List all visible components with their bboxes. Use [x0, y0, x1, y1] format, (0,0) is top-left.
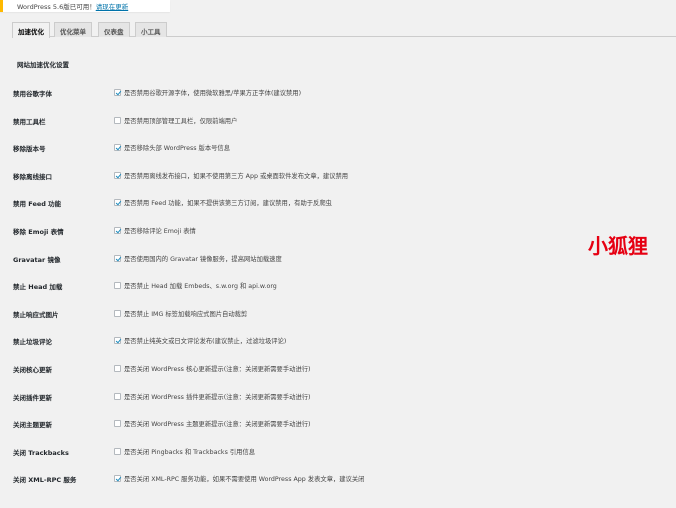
option-checkbox[interactable]: [114, 171, 121, 179]
option-label: 禁用工具栏: [13, 117, 46, 126]
option-label: 禁用 Feed 功能: [13, 200, 62, 209]
update-notice: WordPress 5.6版已可用！请现在更新: [0, 0, 170, 12]
option-row: 禁用谷歌字体 是否禁用谷歌开源字体，使用微软雅黑/苹果方正字体(建议禁用): [0, 86, 676, 100]
option-row: 移除版本号 是否移除头部 WordPress 版本号信息: [0, 141, 676, 155]
option-checkbox[interactable]: [114, 116, 121, 124]
option-checkbox[interactable]: [114, 337, 121, 345]
option-checkbox[interactable]: [114, 199, 121, 207]
tab-dashboard[interactable]: 仪表盘: [98, 22, 130, 37]
option-label: 移除离线接口: [13, 172, 52, 181]
option-label: Gravatar 镜像: [13, 255, 61, 264]
option-checkbox[interactable]: [114, 309, 121, 317]
option-label: 禁用谷歌字体: [13, 90, 52, 98]
option-checkbox[interactable]: [114, 447, 121, 455]
option-description[interactable]: 是否禁用离线发布接口，如果不使用第三方 App 或桌面软件发布文章，建议禁用: [124, 171, 348, 180]
option-label: 禁止 Head 加载: [13, 283, 63, 292]
option-label: 禁止响应式图片: [13, 310, 59, 319]
tab-menu-optimization[interactable]: 优化菜单: [54, 22, 92, 37]
update-now-link[interactable]: 请现在更新: [96, 3, 129, 11]
option-description[interactable]: 是否禁止 IMG 标签加载响应式图片自动裁剪: [124, 309, 247, 318]
option-description[interactable]: 是否禁用 Feed 功能，如果不提供该第三方订阅，建议禁用，有助于反爬虫: [124, 198, 332, 207]
option-description[interactable]: 是否关闭 XML-RPC 服务功能，如果不需要使用 WordPress App …: [124, 474, 364, 483]
option-row: 关闭 XML-RPC 服务 是否关闭 XML-RPC 服务功能，如果不需要使用 W…: [0, 472, 676, 486]
option-checkbox[interactable]: [114, 227, 121, 234]
option-row: 禁止垃圾评论 是否禁止纯英文或日文评论发布(建议禁止，过滤垃圾评论): [0, 334, 676, 348]
option-checkbox[interactable]: [114, 392, 121, 400]
option-checkbox[interactable]: [114, 254, 121, 262]
option-label: 关闭 Trackbacks: [13, 448, 69, 457]
settings-tabs: 加速优化 优化菜单 仪表盘 小工具: [12, 22, 676, 38]
option-checkbox[interactable]: [114, 475, 121, 483]
option-label: 关闭 XML-RPC 服务: [13, 476, 77, 485]
option-description[interactable]: 是否关闭 WordPress 核心更新提示(注意：关闭更新需要手动进行): [124, 364, 311, 373]
option-description[interactable]: 是否移除评论 Emoji 表情: [124, 226, 196, 235]
option-row: 禁止 Head 加载 是否禁止 Head 加载 Embeds、s.w.org 和 …: [0, 279, 676, 293]
option-checkbox[interactable]: [114, 420, 121, 428]
option-row: Gravatar 镜像 是否使用国内的 Gravatar 镜像服务，提高网站加载速…: [0, 252, 676, 266]
option-row: 移除 Emoji 表情 是否移除评论 Emoji 表情: [0, 224, 676, 238]
option-checkbox[interactable]: [114, 365, 121, 372]
option-checkbox[interactable]: [114, 144, 121, 152]
option-row: 关闭主题更新 是否关闭 WordPress 主题更新提示(注意：关闭更新需要手动进…: [0, 417, 676, 431]
option-label: 禁止垃圾评论: [13, 338, 52, 347]
tab-widgets[interactable]: 小工具: [135, 22, 167, 37]
tab-speed-optimization[interactable]: 加速优化: [12, 22, 50, 38]
option-checkbox[interactable]: [114, 282, 121, 290]
option-label: 移除 Emoji 表情: [13, 228, 64, 236]
option-label: 关闭插件更新: [13, 393, 52, 402]
option-row: 禁止响应式图片 是否禁止 IMG 标签加载响应式图片自动裁剪: [0, 307, 676, 321]
option-description[interactable]: 是否使用国内的 Gravatar 镜像服务，提高网站加载速度: [124, 254, 282, 263]
option-checkbox[interactable]: [114, 89, 121, 96]
option-description[interactable]: 是否关闭 WordPress 插件更新提示(注意：关闭更新需要手动进行): [124, 392, 311, 401]
option-row: 关闭 Trackbacks 是否关闭 Pingbacks 和 Trackbacks…: [0, 445, 676, 459]
option-label: 关闭核心更新: [13, 366, 52, 374]
option-description[interactable]: 是否禁用谷歌开源字体，使用微软雅黑/苹果方正字体(建议禁用): [124, 88, 301, 97]
option-description[interactable]: 是否禁用顶部管理工具栏，仅限前端用户: [124, 116, 237, 125]
option-label: 移除版本号: [13, 145, 46, 154]
option-row: 禁用工具栏 是否禁用顶部管理工具栏，仅限前端用户: [0, 114, 676, 128]
option-description[interactable]: 是否禁止纯英文或日文评论发布(建议禁止，过滤垃圾评论): [124, 336, 286, 345]
option-row: 移除离线接口 是否禁用离线发布接口，如果不使用第三方 App 或桌面软件发布文章，…: [0, 169, 676, 183]
option-label: 关闭主题更新: [13, 421, 52, 430]
option-row: 关闭核心更新 是否关闭 WordPress 核心更新提示(注意：关闭更新需要手动进…: [0, 362, 676, 376]
option-description[interactable]: 是否关闭 Pingbacks 和 Trackbacks 引用信息: [124, 447, 255, 456]
option-description[interactable]: 是否关闭 WordPress 主题更新提示(注意：关闭更新需要手动进行): [124, 419, 311, 428]
option-description[interactable]: 是否禁止 Head 加载 Embeds、s.w.org 和 api.w.org: [124, 281, 277, 290]
option-description[interactable]: 是否移除头部 WordPress 版本号信息: [124, 143, 230, 152]
watermark-text: 小狐狸: [588, 234, 648, 258]
update-notice-text: WordPress 5.6版已可用！: [17, 3, 96, 11]
option-row: 禁用 Feed 功能 是否禁用 Feed 功能，如果不提供该第三方订阅，建议禁用，…: [0, 196, 676, 210]
option-row: 关闭插件更新 是否关闭 WordPress 插件更新提示(注意：关闭更新需要手动进…: [0, 390, 676, 404]
section-title: 网站加速优化设置: [17, 61, 69, 69]
